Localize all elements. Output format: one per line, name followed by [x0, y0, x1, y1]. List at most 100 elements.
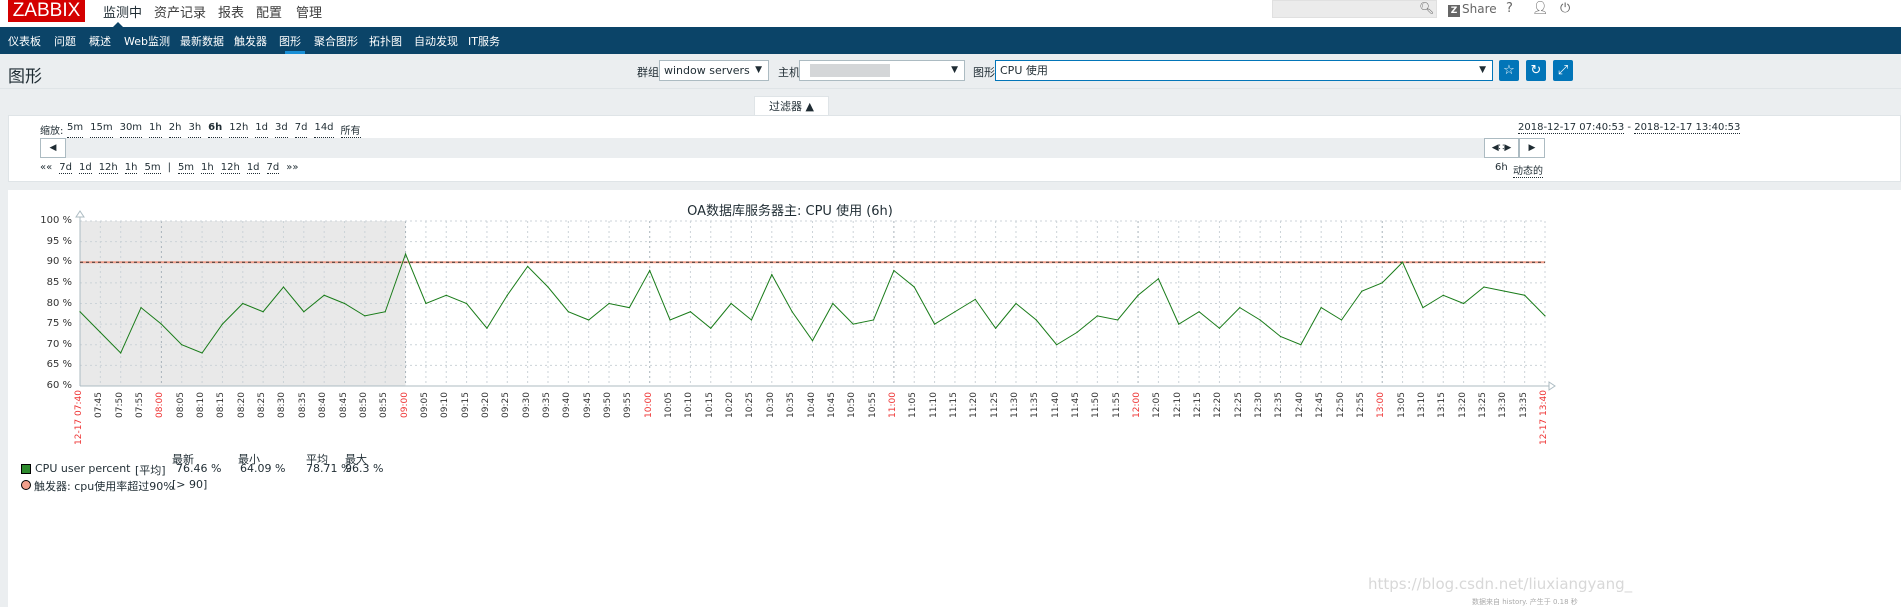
filter-tab[interactable]: 过滤器 ▲ — [754, 96, 829, 116]
zoom-option[interactable]: 15m — [90, 122, 113, 138]
search-icon[interactable]: 🔍︎ — [1419, 1, 1434, 15]
zoom-option[interactable]: 3h — [188, 122, 202, 138]
x-tick-label: 12:00 — [1132, 392, 1143, 418]
menu-configuration[interactable]: 配置 — [256, 2, 282, 21]
nav-graphs[interactable]: 图形 — [279, 33, 301, 49]
period-shift-link[interactable]: 5m — [144, 162, 161, 174]
zoom-option[interactable]: 1h — [149, 122, 162, 138]
menu-inventory[interactable]: 资产记录 — [154, 2, 206, 21]
data-point — [995, 327, 997, 329]
period-shift-link[interactable]: 1h — [124, 162, 138, 174]
period-shift-link[interactable]: 5m — [177, 162, 195, 174]
scroll-left-button[interactable]: ◀ — [40, 138, 66, 158]
x-tick-label: 11:00 — [887, 392, 898, 418]
y-tick-label: 90 % — [46, 256, 72, 268]
period-value: 6h — [1495, 162, 1508, 173]
x-tick-label: 12-17 07:40 — [74, 390, 84, 445]
zoom-option[interactable]: 12h — [229, 122, 249, 138]
search-input[interactable] — [1272, 0, 1437, 18]
data-point — [750, 319, 753, 321]
nav-dashboard[interactable]: 仪表板 — [8, 33, 41, 49]
nav-triggers[interactable]: 触发器 — [234, 33, 267, 49]
zoom-option[interactable]: 6h — [208, 122, 223, 138]
data-point — [1381, 282, 1383, 284]
zoom-option[interactable]: 1d — [255, 122, 269, 138]
data-point — [1422, 307, 1424, 309]
zoom-option[interactable]: 2h — [168, 122, 182, 138]
menu-administration[interactable]: 管理 — [296, 2, 322, 21]
period-shift-link[interactable]: 1d — [78, 162, 92, 174]
data-point — [99, 331, 101, 333]
menu-monitoring[interactable]: 监测中 — [103, 2, 142, 21]
user-profile-icon[interactable]: 👤︎ — [1532, 1, 1549, 16]
data-point — [1503, 290, 1505, 292]
refresh-button[interactable]: ↻ — [1526, 60, 1546, 81]
nav-latest-data[interactable]: 最新数据 — [180, 33, 224, 49]
nav-it-services[interactable]: IT服务 — [468, 33, 500, 49]
x-tick-label: 12:55 — [1355, 392, 1366, 418]
period-shift-link[interactable]: 1d — [246, 162, 260, 174]
nav-problems[interactable]: 问题 — [54, 33, 76, 49]
zoom-option[interactable]: 所有 — [340, 122, 361, 138]
zoom-option[interactable]: 3d — [275, 122, 288, 138]
x-tick-label: 08:30 — [277, 392, 288, 418]
dynamic-mode-link[interactable]: 动态的 — [1513, 162, 1543, 178]
zoom-option[interactable]: 30m — [119, 122, 143, 138]
x-tick-label: 08:15 — [216, 392, 227, 418]
data-point — [913, 286, 915, 288]
data-point — [1401, 261, 1404, 263]
zoom-option[interactable]: 7d — [294, 122, 308, 138]
time-scrollbar[interactable] — [40, 138, 1545, 158]
x-tick-label: 08:40 — [318, 392, 329, 418]
time-from[interactable]: 2018-12-17 07:40:53 — [1518, 122, 1625, 134]
data-point — [160, 323, 162, 325]
nav-separator[interactable]: »» — [286, 162, 298, 174]
x-tick-label: 08:25 — [257, 392, 268, 418]
x-tick-label: 13:20 — [1457, 392, 1468, 418]
x-tick-label: 11:30 — [1009, 392, 1020, 418]
group-select[interactable]: window servers ▼ — [659, 60, 769, 81]
x-tick-label: 12:45 — [1315, 392, 1326, 418]
menu-reports[interactable]: 报表 — [218, 2, 244, 21]
period-shift-link[interactable]: 7d — [59, 162, 72, 174]
period-shift-link[interactable]: 12h — [220, 162, 240, 174]
scroll-right-button[interactable]: ▶ — [1519, 138, 1545, 158]
y-tick-label: 85 % — [46, 276, 72, 288]
zabbix-logo[interactable]: ZABBIX — [8, 0, 85, 22]
data-point — [1463, 302, 1465, 305]
period-shift-link[interactable]: 1h — [201, 162, 214, 174]
zoom-option[interactable]: 14d — [314, 122, 334, 138]
arrow-right-icon: ▶ — [1528, 143, 1536, 153]
zoom-option[interactable]: 5m — [67, 122, 84, 138]
data-point — [1198, 311, 1200, 313]
help-icon[interactable]: ? — [1506, 1, 1513, 16]
period-shift-link[interactable]: 12h — [98, 162, 118, 174]
nav-discovery[interactable]: 自动发现 — [414, 33, 458, 49]
add-to-favorites-button[interactable]: ☆ — [1499, 60, 1519, 81]
nav-overview[interactable]: 概述 — [89, 33, 111, 49]
x-tick-label: 07:55 — [135, 392, 146, 418]
nav-web[interactable]: Web监测 — [124, 33, 170, 49]
x-tick-label: 12:15 — [1193, 392, 1204, 418]
x-tick-label: 10:20 — [725, 392, 736, 418]
logout-icon[interactable]: ⏻ — [1560, 1, 1570, 16]
period-shift-link[interactable]: 7d — [266, 162, 280, 174]
scroll-handle[interactable]: ◀∷▶ — [1484, 138, 1519, 158]
nav-maps[interactable]: 拓扑图 — [369, 33, 402, 49]
graph-select[interactable]: CPU 使用 ▼ — [995, 60, 1493, 81]
host-select[interactable]: ▼ — [799, 60, 965, 81]
data-point — [1076, 331, 1078, 333]
x-tick-label: 09:00 — [399, 392, 410, 418]
nav-screens[interactable]: 聚合图形 — [314, 33, 358, 49]
time-to[interactable]: 2018-12-17 13:40:53 — [1634, 122, 1741, 134]
x-tick-label: 08:20 — [236, 392, 247, 418]
share-link[interactable]: Z Share — [1448, 2, 1497, 17]
x-axis-arrow-icon — [1548, 381, 1556, 391]
legend-last: 76.46 % — [176, 462, 222, 475]
fullscreen-button[interactable]: ⤢ — [1553, 60, 1573, 81]
chevron-down-icon: ▼ — [1479, 65, 1486, 75]
y-tick-label: 80 % — [46, 297, 72, 309]
blurred-host-name — [810, 64, 890, 77]
nav-separator[interactable]: «« — [40, 162, 52, 174]
refresh-icon: ↻ — [1530, 63, 1542, 78]
